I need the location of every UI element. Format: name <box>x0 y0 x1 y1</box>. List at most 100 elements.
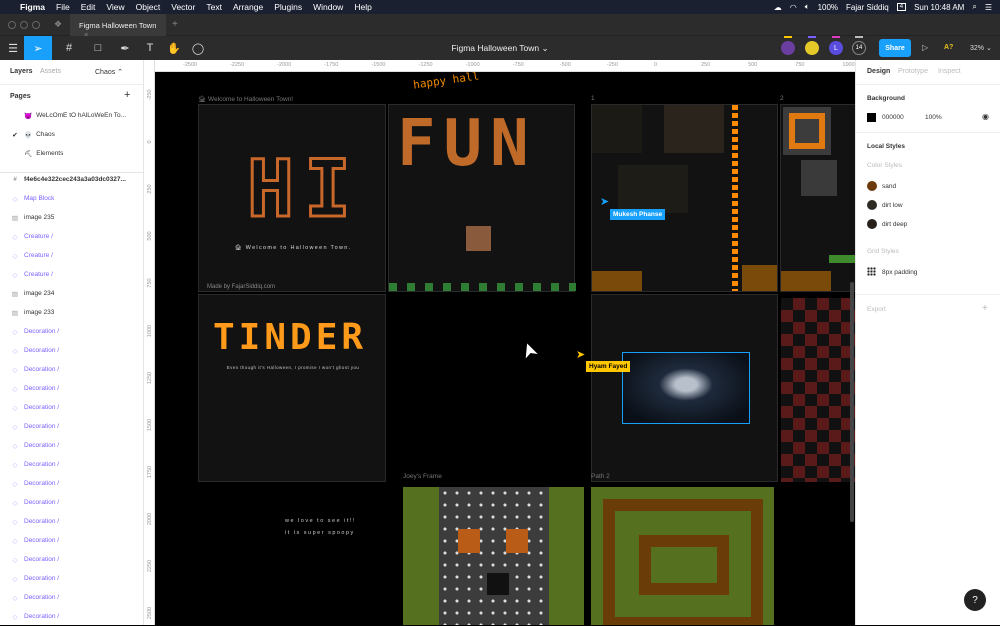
scream-image[interactable] <box>622 352 750 424</box>
layer-item[interactable]: ◇ Decoration / <box>0 474 143 493</box>
new-tab-button[interactable]: + <box>172 19 178 30</box>
background-opacity[interactable]: 100% <box>925 114 942 121</box>
tab-prototype[interactable]: Prototype <box>898 68 928 75</box>
window-close-button[interactable] <box>8 21 16 29</box>
frame-checker[interactable] <box>781 298 855 482</box>
layer-item[interactable]: ◇ Decoration / <box>0 341 143 360</box>
frame-label[interactable]: 1 <box>591 95 595 102</box>
menu-app[interactable]: Figma <box>20 2 45 12</box>
list-icon[interactable]: ☰ <box>985 3 992 12</box>
grid-style-item[interactable]: 8px padding <box>882 269 917 276</box>
menu-view[interactable]: View <box>106 2 124 12</box>
frame-joey[interactable] <box>403 487 584 625</box>
tab-design[interactable]: Design <box>867 68 890 75</box>
menu-vector[interactable]: Vector <box>171 2 195 12</box>
layer-item[interactable]: ◇ Decoration / <box>0 322 143 341</box>
help-button[interactable]: ? <box>964 589 986 611</box>
spoopy-text[interactable]: it is super spoopy <box>285 530 355 536</box>
pen-tool-icon[interactable]: ✒ <box>112 36 138 60</box>
layer-item[interactable]: ◇ Decoration / <box>0 531 143 550</box>
layer-item[interactable]: ◇ Creature / <box>0 246 143 265</box>
frame-2[interactable] <box>780 104 855 292</box>
page-item[interactable]: 😈 WeLcOmE tO hAlLoWeEn To... <box>0 106 143 125</box>
tab-layers[interactable]: Layers <box>10 68 33 75</box>
page-item[interactable]: ✔ 💀 Chaos <box>0 125 143 144</box>
color-style-item[interactable]: dirt low <box>882 202 903 209</box>
layer-item[interactable]: ▨ image 235 <box>0 208 143 227</box>
layer-item[interactable]: ◇ Decoration / <box>0 550 143 569</box>
share-button[interactable]: Share <box>879 39 911 57</box>
search-icon[interactable]: ⌕ <box>972 2 976 12</box>
figma-logo-icon[interactable]: ❖ <box>54 19 62 30</box>
background-swatch[interactable] <box>867 113 876 122</box>
cloud-icon[interactable]: ☁ <box>774 3 782 12</box>
menu-plugins[interactable]: Plugins <box>274 2 302 12</box>
visibility-eye-icon[interactable]: ◉ <box>982 112 989 121</box>
frame-label[interactable]: 2 <box>780 95 784 102</box>
layer-item[interactable]: ◇ Decoration / <box>0 493 143 512</box>
avatar-count[interactable]: 14 <box>852 41 866 55</box>
menu-object[interactable]: Object <box>136 2 161 12</box>
battery-label[interactable]: 100% <box>818 3 838 12</box>
love-text[interactable]: we love to see it!! <box>285 518 356 524</box>
tab-assets[interactable]: Assets <box>40 68 61 75</box>
avatar[interactable]: L <box>829 41 843 55</box>
layer-item[interactable]: ◇ Decoration / <box>0 607 143 626</box>
frame-1[interactable] <box>591 104 778 292</box>
frame-tool-icon[interactable]: # <box>56 36 82 60</box>
layer-item[interactable]: ◇ Decoration / <box>0 360 143 379</box>
present-icon[interactable]: ▷ <box>922 43 928 52</box>
frame-path2[interactable] <box>591 487 774 625</box>
happy-halloween-text[interactable]: happy hall <box>412 72 479 92</box>
layer-item[interactable]: ◇ Creature / <box>0 265 143 284</box>
wifi-icon[interactable]: ◠ <box>790 3 797 12</box>
clock[interactable]: Sun 10:48 AM <box>914 3 964 12</box>
user-name[interactable]: Fajar Siddiq <box>846 3 889 12</box>
menu-arrange[interactable]: Arrange <box>233 2 263 12</box>
layer-item[interactable]: ▨ image 233 <box>0 303 143 322</box>
layer-item[interactable]: ◇ Decoration / <box>0 436 143 455</box>
shape-tool-icon[interactable]: □ <box>85 36 111 60</box>
menu-file[interactable]: File <box>56 2 70 12</box>
frame-label[interactable]: Joey's Frame <box>403 473 442 480</box>
background-hex[interactable]: 000000 <box>882 114 904 121</box>
tab-inspect[interactable]: Inspect <box>938 68 961 75</box>
layer-item[interactable]: ◇ Decoration / <box>0 455 143 474</box>
page-item[interactable]: ⛏ Elements <box>0 144 143 163</box>
frame-tinder[interactable]: TINDER Even though it's Halloween, I pro… <box>198 294 386 482</box>
color-style-item[interactable]: sand <box>882 183 896 190</box>
window-minimize-button[interactable] <box>20 21 28 29</box>
text-tool-icon[interactable]: T <box>137 36 163 60</box>
menu-window[interactable]: Window <box>313 2 343 12</box>
main-menu-icon[interactable]: ☰ <box>0 36 26 60</box>
comment-tool-icon[interactable]: ◯ <box>185 36 211 60</box>
page-selector[interactable]: Chaos ⌃ <box>95 68 123 76</box>
add-export-button[interactable]: + <box>982 303 988 314</box>
color-style-item[interactable]: dirt deep <box>882 221 907 228</box>
avatar[interactable] <box>781 41 795 55</box>
menu-text[interactable]: Text <box>206 2 222 12</box>
layer-item[interactable]: ▨ image 234 <box>0 284 143 303</box>
layer-item[interactable]: ◇ Creature / <box>0 227 143 246</box>
photo-image[interactable] <box>466 226 491 251</box>
avatar[interactable] <box>805 41 819 55</box>
zoom-dropdown[interactable]: 32% ⌄ <box>970 44 992 52</box>
frame-scream[interactable] <box>591 294 778 482</box>
hand-tool-icon[interactable]: ✋ <box>161 36 187 60</box>
layer-item[interactable]: ◇ Decoration / <box>0 398 143 417</box>
layer-item[interactable]: ◇ Decoration / <box>0 417 143 436</box>
layer-item[interactable]: ◇ Decoration / <box>0 569 143 588</box>
accessibility-button[interactable]: A? <box>944 44 953 51</box>
menu-edit[interactable]: Edit <box>81 2 96 12</box>
window-zoom-button[interactable] <box>32 21 40 29</box>
add-page-button[interactable]: + <box>124 89 130 101</box>
frame-label[interactable]: Path 2 <box>591 473 610 480</box>
move-tool-icon[interactable]: ➢ <box>24 36 52 60</box>
layer-item[interactable]: ◇ Decoration / <box>0 512 143 531</box>
frame-fun[interactable]: FUN <box>388 104 576 292</box>
canvas[interactable]: happy hall 🏚 Welcome to Halloween Town! … <box>155 72 855 625</box>
layer-item[interactable]: ◇ Map Block <box>0 189 143 208</box>
vertical-scrollbar[interactable] <box>850 282 854 522</box>
layer-item[interactable]: ◇ Decoration / <box>0 379 143 398</box>
layer-item[interactable]: # f4e6c4e322cec243a3a03dc0327... <box>0 170 143 189</box>
